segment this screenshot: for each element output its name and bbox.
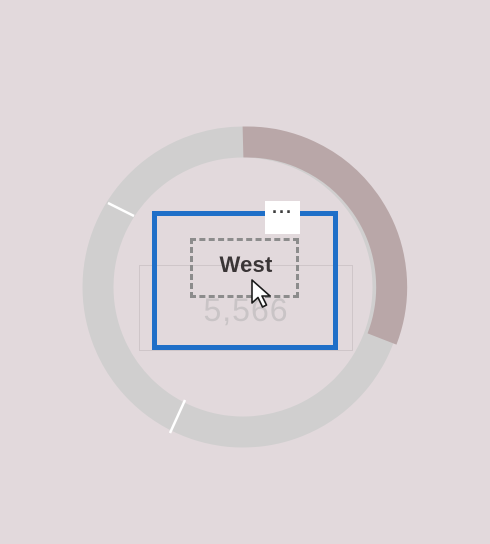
ellipsis-icon: ··· [272,202,293,222]
more-options-button[interactable]: ··· [265,201,300,234]
mouse-pointer-icon [251,279,271,308]
report-canvas: 5,566 West ··· [0,0,490,544]
visual-selection-frame[interactable] [152,211,338,350]
